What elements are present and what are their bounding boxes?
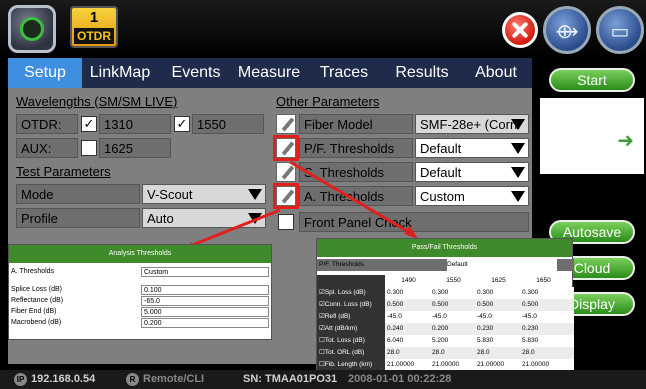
analysis-a-value: Custom <box>144 269 169 276</box>
date-time: 2008-01-01 00:22:28 <box>348 373 452 385</box>
col-header: 1650 <box>536 277 551 284</box>
cell-value[interactable]: 5.830 <box>475 335 520 347</box>
row-label[interactable]: ☑Spl. Loss (dB) <box>317 287 385 299</box>
cell-value[interactable]: -45.0 <box>475 311 520 323</box>
analysis-row-label: Fiber End (dB) <box>11 308 57 315</box>
cell-value[interactable]: 28.0 <box>475 347 520 359</box>
table-row: ☑Refl (dB) -45.0 -45.0 -45.0 -45.0 <box>317 311 574 323</box>
cell-value[interactable]: 0.230 <box>520 323 565 335</box>
remote-status: Remote/CLI <box>143 373 205 385</box>
arrow-to-analysis <box>184 208 281 250</box>
row-label[interactable]: ☐Tot. ORL (dB) <box>317 347 385 359</box>
col-header: 1625 <box>491 277 506 284</box>
cell-value[interactable]: 0.240 <box>385 323 430 335</box>
table-row: ☑Spl. Loss (dB) 0.300 0.300 0.300 0.300 <box>317 287 574 299</box>
passfail-table: 1490 1550 1625 1650 ☑Spl. Loss (dB) 0.300… <box>317 275 574 371</box>
col-header: 1550 <box>446 277 461 284</box>
passfail-thresholds-popup: Pass/Fail Thresholds P/F. Thresholds Def… <box>316 238 574 383</box>
table-row: ☐Tot. Loss (dB) 6.040 5.200 5.830 5.830 <box>317 335 574 347</box>
analysis-a-label: A. Thresholds <box>11 268 55 275</box>
row-label[interactable]: ☐Tot. Loss (dB) <box>317 335 385 347</box>
cell-value[interactable]: 0.300 <box>385 287 430 299</box>
table-row: ☑Att (dB/km) 0.240 0.200 0.230 0.230 <box>317 323 574 335</box>
row-label[interactable]: ☑Conn. Loss (dB) <box>317 299 385 311</box>
analysis-title: Analysis Thresholds <box>9 245 271 263</box>
passfail-label: P/F. Thresholds <box>319 261 365 268</box>
cell-value[interactable]: 0.500 <box>475 299 520 311</box>
analysis-a-select[interactable]: Custom <box>141 267 269 277</box>
passfail-title: Pass/Fail Thresholds <box>317 239 572 257</box>
analysis-row-value[interactable]: 0.100 <box>141 285 269 295</box>
analysis-row-label: Macrobend (dB) <box>11 319 62 326</box>
cell-value[interactable]: 0.200 <box>430 323 475 335</box>
passfail-value: Default <box>447 259 557 271</box>
ip-address: 192.168.0.54 <box>31 373 96 385</box>
cell-value[interactable]: 28.0 <box>520 347 565 359</box>
col-header: 1490 <box>401 277 416 284</box>
remote-icon: R <box>126 373 139 386</box>
cell-value[interactable]: 0.230 <box>475 323 520 335</box>
arrow-to-passfail <box>289 160 413 236</box>
cell-value[interactable]: 0.300 <box>520 287 565 299</box>
cell-value[interactable]: 0.300 <box>475 287 520 299</box>
status-bar: IP 192.168.0.54 R Remote/CLI SN: TMAA01P… <box>0 370 646 389</box>
analysis-row-value[interactable]: 5.000 <box>141 307 269 317</box>
ip-icon: IP <box>14 373 27 386</box>
serial-number: SN: TMAA01PO31 <box>243 373 338 385</box>
cell-value[interactable]: 0.500 <box>385 299 430 311</box>
analysis-thresholds-popup: Analysis Thresholds A. Thresholds Custom… <box>8 244 272 340</box>
row-label[interactable]: ☑Att (dB/km) <box>317 323 385 335</box>
cell-value[interactable]: 5.830 <box>520 335 565 347</box>
analysis-row-value[interactable]: 0.200 <box>141 318 269 328</box>
cell-value[interactable]: 0.300 <box>430 287 475 299</box>
cell-value[interactable]: -45.0 <box>385 311 430 323</box>
row-label[interactable]: ☑Refl (dB) <box>317 311 385 323</box>
analysis-row-value[interactable]: -65.0 <box>141 296 269 306</box>
analysis-row-label: Splice Loss (dB) <box>11 286 62 293</box>
cell-value[interactable]: -45.0 <box>430 311 475 323</box>
passfail-select-row[interactable]: P/F. Thresholds Default <box>317 259 574 271</box>
cell-value[interactable]: 28.0 <box>430 347 475 359</box>
analysis-row-label: Reflectance (dB) <box>11 297 64 304</box>
table-header-row: 1490 1550 1625 1650 <box>317 275 574 287</box>
cell-value[interactable]: 5.200 <box>430 335 475 347</box>
cell-value[interactable]: 0.500 <box>520 299 565 311</box>
cell-value[interactable]: 0.500 <box>430 299 475 311</box>
cell-value[interactable]: -45.0 <box>520 311 565 323</box>
table-row: ☐Tot. ORL (dB) 28.0 28.0 28.0 28.0 <box>317 347 574 359</box>
cell-value[interactable]: 28.0 <box>385 347 430 359</box>
table-row: ☑Conn. Loss (dB) 0.500 0.500 0.500 0.500 <box>317 299 574 311</box>
cell-value[interactable]: 6.040 <box>385 335 430 347</box>
